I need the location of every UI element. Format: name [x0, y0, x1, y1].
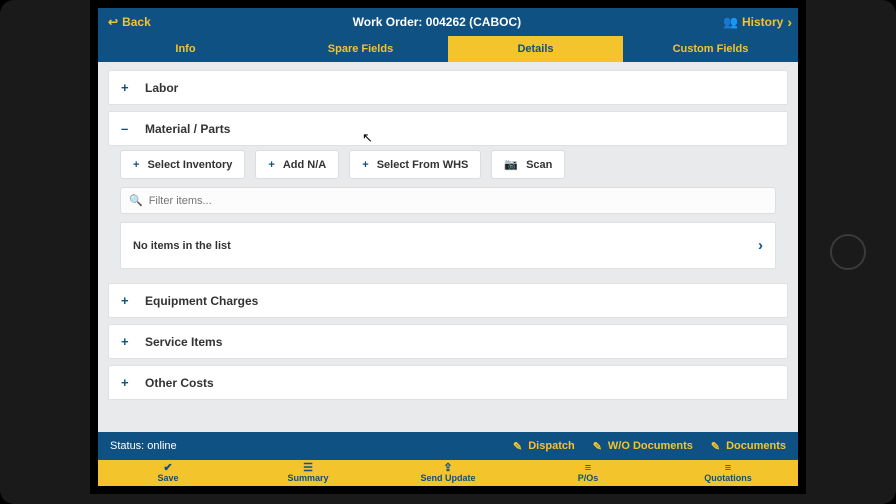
device-home-button — [830, 234, 866, 270]
empty-list-text: No items in the list — [133, 240, 231, 252]
tab-bar: Info Spare Fields Details Custom Fields — [98, 36, 798, 62]
dispatch-label: Dispatch — [528, 440, 574, 452]
plus-icon: + — [121, 293, 131, 308]
history-label: History — [742, 15, 783, 29]
section-material-label: Material / Parts — [145, 122, 230, 136]
pencil-icon: ✎ — [593, 440, 602, 453]
plus-icon: + — [133, 159, 139, 171]
back-button[interactable]: ↩ Back — [98, 15, 151, 29]
filter-items-input[interactable] — [149, 195, 767, 207]
summary-button[interactable]: ☰ Summary — [238, 460, 378, 486]
tab-details[interactable]: Details — [448, 36, 623, 62]
plus-icon: + — [121, 334, 131, 349]
add-na-label: Add N/A — [283, 159, 326, 171]
status-bar: Status: online ✎ Dispatch ✎ W/O Document… — [98, 432, 798, 460]
plus-icon: + — [121, 375, 131, 390]
material-actions: + Select Inventory + Add N/A + Select Fr… — [108, 150, 788, 187]
plus-icon: + — [268, 159, 274, 171]
items-empty-card[interactable]: No items in the list › — [120, 222, 776, 269]
search-icon: 🔍 — [129, 194, 143, 207]
pos-label: P/Os — [578, 474, 599, 484]
save-button[interactable]: ✔ Save — [98, 460, 238, 486]
documents-link[interactable]: ✎ Documents — [711, 440, 786, 453]
tab-custom-fields[interactable]: Custom Fields — [623, 36, 798, 62]
bottom-nav: ✔ Save ☰ Summary ⇪ Send Update ≡ P/Os ≡ … — [98, 460, 798, 486]
quotations-label: Quotations — [704, 474, 752, 484]
plus-icon: + — [121, 80, 131, 95]
section-other[interactable]: + Other Costs — [108, 365, 788, 400]
scan-label: Scan — [526, 159, 552, 171]
select-inventory-label: Select Inventory — [147, 159, 232, 171]
app-screen: ↩ Back Work Order: 004262 (CABOC) 👥 Hist… — [90, 0, 806, 494]
save-label: Save — [157, 474, 178, 484]
back-chevron-icon: ↩ — [108, 15, 118, 29]
chevron-right-icon: › — [758, 237, 763, 254]
work-order-title: Work Order: 004262 (CABOC) — [151, 15, 723, 29]
section-labor[interactable]: + Labor — [108, 70, 788, 105]
summary-label: Summary — [287, 474, 328, 484]
section-service-label: Service Items — [145, 335, 222, 349]
section-equipment[interactable]: + Equipment Charges — [108, 283, 788, 318]
back-label: Back — [122, 15, 151, 29]
tab-info[interactable]: Info — [98, 36, 273, 62]
tab-spare-fields[interactable]: Spare Fields — [273, 36, 448, 62]
scan-button[interactable]: 📷 Scan — [491, 150, 565, 179]
select-from-whs-label: Select From WHS — [377, 159, 469, 171]
plus-icon: + — [362, 159, 368, 171]
select-from-whs-button[interactable]: + Select From WHS — [349, 150, 481, 179]
wo-documents-label: W/O Documents — [608, 440, 693, 452]
chevron-right-icon: › — [787, 14, 792, 30]
app-header: ↩ Back Work Order: 004262 (CABOC) 👥 Hist… — [98, 8, 798, 36]
users-icon: 👥 — [723, 15, 738, 29]
section-other-label: Other Costs — [145, 376, 214, 390]
documents-label: Documents — [726, 440, 786, 452]
quotations-button[interactable]: ≡ Quotations — [658, 460, 798, 486]
pencil-icon: ✎ — [513, 440, 522, 453]
send-update-label: Send Update — [420, 474, 475, 484]
section-equipment-label: Equipment Charges — [145, 294, 258, 308]
main-content: + Labor – Material / Parts + Select Inve… — [98, 62, 798, 432]
add-na-button[interactable]: + Add N/A — [255, 150, 339, 179]
section-service[interactable]: + Service Items — [108, 324, 788, 359]
section-material[interactable]: – Material / Parts — [108, 111, 788, 146]
camera-icon: 📷 — [504, 158, 518, 171]
filter-items-box[interactable]: 🔍 — [120, 187, 776, 214]
section-labor-label: Labor — [145, 81, 178, 95]
pos-button[interactable]: ≡ P/Os — [518, 460, 658, 486]
status-text: Status: online — [110, 440, 495, 452]
minus-icon: – — [121, 121, 131, 136]
pencil-icon: ✎ — [711, 440, 720, 453]
history-button[interactable]: 👥 History › — [723, 14, 798, 30]
material-body: + Select Inventory + Add N/A + Select Fr… — [108, 150, 788, 269]
send-update-button[interactable]: ⇪ Send Update — [378, 460, 518, 486]
select-inventory-button[interactable]: + Select Inventory — [120, 150, 245, 179]
wo-documents-link[interactable]: ✎ W/O Documents — [593, 440, 693, 453]
dispatch-link[interactable]: ✎ Dispatch — [513, 440, 575, 453]
tablet-frame: ↩ Back Work Order: 004262 (CABOC) 👥 Hist… — [0, 0, 896, 504]
